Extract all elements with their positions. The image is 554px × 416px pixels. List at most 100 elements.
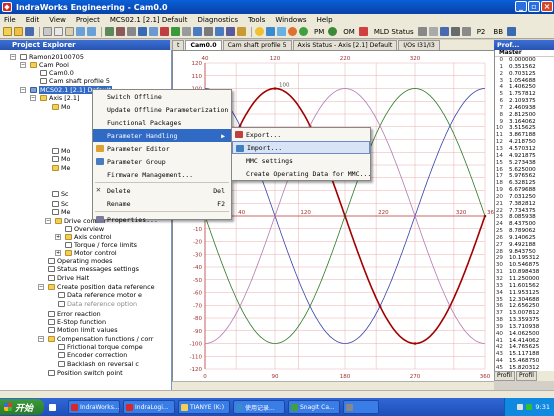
tab-cam0[interactable]: Cam0.0	[185, 40, 222, 50]
menu-item-parameter-group[interactable]: Parameter Group	[93, 155, 231, 168]
profile-row[interactable]: 21 7.382812	[495, 201, 554, 208]
tree-node-backlash[interactable]: Backlash on reversal c	[58, 360, 139, 368]
tree-node-motion-limits[interactable]: Motion limit values	[48, 326, 118, 334]
profile-row[interactable]: 19 6.679688	[495, 187, 554, 194]
window-icon[interactable]	[439, 27, 449, 36]
profile-row[interactable]: 20 7.031250	[495, 194, 554, 201]
close-button[interactable]: ×	[541, 1, 553, 12]
record-icon[interactable]	[288, 27, 297, 36]
tree-node-cam-pool[interactable]: Cam Pool	[30, 61, 69, 69]
tray-icon[interactable]	[526, 404, 533, 410]
refresh-icon[interactable]	[277, 27, 286, 36]
profile-row[interactable]: 44 15.468750	[495, 358, 554, 365]
online-icon[interactable]	[171, 27, 180, 36]
save-icon[interactable]	[25, 27, 34, 36]
tree-node-create-position[interactable]: Create position data reference	[48, 283, 155, 291]
tree-node-data-ref-motor[interactable]: Data reference motor e	[58, 291, 142, 299]
tree-node-motor-control[interactable]: Motor control	[65, 249, 117, 257]
profile-row[interactable]: 12 4.218750	[495, 139, 554, 146]
profile-row[interactable]: 6 2.109375	[495, 98, 554, 105]
tree-node-overview[interactable]: Overview	[65, 225, 104, 233]
profile-row[interactable]: 22 7.734375	[495, 208, 554, 215]
profile-row[interactable]: 38 13.359375	[495, 317, 554, 324]
tab-profil-2[interactable]: Profil	[515, 371, 537, 381]
menu-help[interactable]: Help	[317, 16, 333, 24]
menu-item-firmware[interactable]: Firmware Management...	[93, 168, 231, 181]
search-icon[interactable]	[266, 27, 275, 36]
taskbar-indralogic[interactable]: IndraLogi...	[123, 400, 175, 414]
profile-row[interactable]: 8 2.812500	[495, 112, 554, 119]
horizontal-scrollbar[interactable]	[172, 381, 494, 390]
profile-row[interactable]: 16 5.625000	[495, 167, 554, 174]
profile-row[interactable]: 11 3.867188	[495, 132, 554, 139]
tool-icon[interactable]	[450, 27, 460, 36]
profile-row[interactable]: 10 3.515625	[495, 125, 554, 132]
tree-node-error-reaction[interactable]: Error reaction	[48, 310, 101, 318]
tree-node-frictional[interactable]: Frictional torque compe	[58, 343, 143, 351]
quicklaunch-icon[interactable]	[47, 400, 65, 414]
diag-icon[interactable]	[226, 27, 235, 36]
menu-item-functional-packages[interactable]: Functional Packages	[93, 116, 231, 129]
build-icon[interactable]	[105, 27, 114, 36]
menu-diagnostics[interactable]: Diagnostics	[197, 16, 238, 24]
cut-icon[interactable]	[43, 27, 52, 36]
tree-node-torque-limits[interactable]: Torque / force limits	[65, 241, 137, 249]
menu-item-parameter-editor[interactable]: Parameter Editor	[93, 142, 231, 155]
stop-icon[interactable]	[116, 27, 125, 36]
tray-icon[interactable]	[517, 404, 524, 410]
tab-ios[interactable]: I/Os I31/I3	[398, 40, 440, 50]
tab-axis-status[interactable]: Axis Status - Axis [2.1] Default	[292, 40, 398, 50]
profile-row[interactable]: 29 10.195312	[495, 255, 554, 262]
tree-node-operating-modes[interactable]: Operating modes	[48, 257, 112, 265]
warning-icon[interactable]	[237, 27, 246, 36]
open-icon[interactable]	[14, 27, 23, 36]
device-icon[interactable]	[138, 27, 147, 36]
config-icon[interactable]	[428, 27, 438, 36]
profile-row[interactable]: 33 11.601562	[495, 283, 554, 290]
menu-project[interactable]: Project	[76, 16, 100, 24]
expand-icon[interactable]: +	[55, 250, 61, 256]
profile-table[interactable]: Master 0 0.000000 1 0.351562 2 0.703125 3 1.054…	[494, 50, 554, 371]
menu-windows[interactable]: Windows	[275, 16, 306, 24]
list-icon[interactable]	[215, 27, 224, 36]
profile-row[interactable]: 30 10.546875	[495, 262, 554, 269]
profile-row[interactable]: 39 13.710938	[495, 324, 554, 331]
profile-row[interactable]: 3 1.054688	[495, 78, 554, 85]
profile-row[interactable]: 15 5.273438	[495, 160, 554, 167]
profile-row[interactable]: 40 14.062500	[495, 331, 554, 338]
menu-item-delete[interactable]: ✕ Delete Del	[93, 184, 231, 197]
submenu-item-mmc-settings[interactable]: MMC settings	[232, 154, 370, 167]
mld-status-label[interactable]: MLD Status	[374, 28, 414, 36]
tree-node-compensation[interactable]: Compensation functions / corr	[48, 335, 153, 343]
taskbar-extra[interactable]	[343, 400, 379, 414]
extra-icon[interactable]	[461, 27, 471, 36]
profile-row[interactable]: 35 12.304688	[495, 297, 554, 304]
help-icon[interactable]	[507, 27, 516, 36]
start-button[interactable]: 开始	[0, 399, 44, 415]
profile-row[interactable]: 18 6.328125	[495, 180, 554, 187]
tree-node-mo1[interactable]: Mo	[52, 103, 70, 111]
profile-row[interactable]: 25 8.789062	[495, 228, 554, 235]
tree-node-axis-control[interactable]: Axis control	[65, 233, 111, 241]
tree-node-axis[interactable]: Axis [2.1]	[40, 94, 79, 102]
tree-node-drive-halt[interactable]: Drive Halt	[48, 274, 89, 282]
play-icon[interactable]	[299, 27, 308, 36]
profile-row[interactable]: 23 8.085938	[495, 214, 554, 221]
error-icon[interactable]	[160, 27, 169, 36]
om-label[interactable]: OM	[343, 28, 355, 36]
maximize-button[interactable]: ▫	[528, 1, 540, 12]
taskbar-snagit[interactable]: SnagIt Ca...	[288, 400, 340, 414]
tree-node-cam0[interactable]: Cam0.0	[40, 69, 74, 77]
tree-node-me1[interactable]: Me	[52, 164, 70, 172]
tree-node-estop[interactable]: E-Stop function	[48, 318, 106, 326]
profile-row[interactable]: 0 0.000000	[495, 57, 554, 64]
profile-row[interactable]: 43 15.117188	[495, 351, 554, 358]
tree-node-project[interactable]: Ramon20100705	[20, 53, 84, 61]
profile-row[interactable]: 4 1.406250	[495, 84, 554, 91]
expand-icon[interactable]: +	[55, 234, 61, 240]
bb-label[interactable]: BB	[493, 28, 503, 36]
profile-row[interactable]: 17 5.976562	[495, 173, 554, 180]
profile-row[interactable]: 5 1.757812	[495, 91, 554, 98]
redo-icon[interactable]	[87, 27, 96, 36]
undo-icon[interactable]	[76, 27, 85, 36]
